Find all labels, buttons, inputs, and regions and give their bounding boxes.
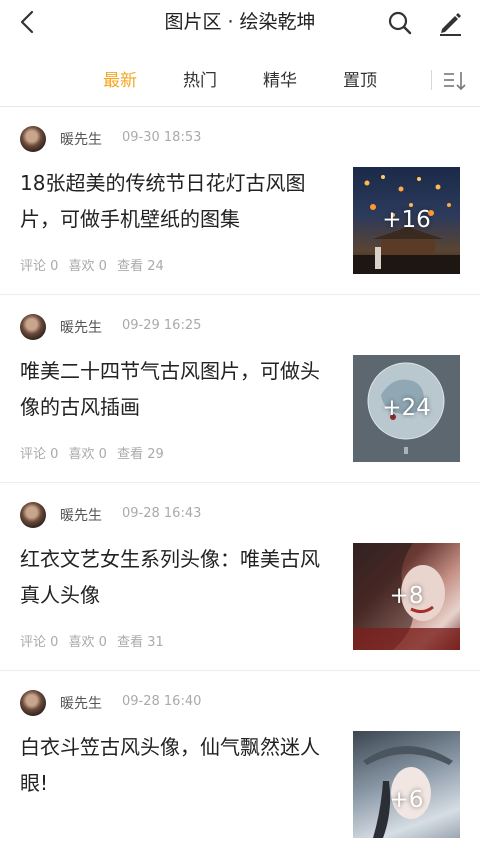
comment-count: 评论 0 — [20, 447, 59, 462]
tab-bar: 最新 热门 精华 置顶 — [0, 58, 480, 104]
post-item[interactable]: 暖先生 09-28 16:43 红衣文艺女生系列头像：唯美古风真人头像 评论 0… — [0, 483, 480, 671]
back-button[interactable] — [14, 8, 44, 36]
author-name[interactable]: 暖先生 — [60, 505, 102, 525]
post-title[interactable]: 红衣文艺女生系列头像：唯美古风真人头像 — [20, 541, 335, 613]
post-thumbnail[interactable]: +16 — [353, 167, 460, 274]
author-name[interactable]: 暖先生 — [60, 129, 102, 149]
post-item[interactable]: 暖先生 09-30 18:53 18张超美的传统节日花灯古风图片，可做手机壁纸的… — [0, 107, 480, 295]
search-button[interactable] — [386, 9, 414, 37]
post-time: 09-28 16:40 — [122, 694, 202, 709]
image-count: +6 — [389, 787, 424, 813]
post-time: 09-29 16:25 — [122, 318, 202, 333]
post-stats: 评论 0 喜欢 0 查看 31 — [20, 631, 170, 650]
top-bar: 图片区 · 绘染乾坤 — [0, 0, 480, 44]
sort-descending-icon — [444, 72, 466, 91]
view-count: 查看 24 — [117, 259, 164, 274]
avatar[interactable] — [20, 314, 46, 340]
tab-hot[interactable]: 热门 — [170, 58, 230, 104]
edit-button[interactable] — [436, 9, 464, 37]
image-count: +16 — [382, 207, 431, 233]
post-title[interactable]: 白衣斗笠古风头像，仙气飘然迷人眼! — [20, 729, 335, 801]
like-count: 喜欢 0 — [68, 635, 107, 650]
post-item[interactable]: 暖先生 09-28 16:40 白衣斗笠古风头像，仙气飘然迷人眼! +6 — [0, 671, 480, 859]
pencil-icon — [440, 13, 461, 36]
author-name[interactable]: 暖先生 — [60, 317, 102, 337]
chevron-left-icon — [20, 10, 34, 34]
view-count: 查看 29 — [117, 447, 164, 462]
tab-latest[interactable]: 最新 — [90, 58, 150, 104]
image-count: +24 — [382, 395, 431, 421]
post-title[interactable]: 18张超美的传统节日花灯古风图片，可做手机壁纸的图集 — [20, 165, 335, 237]
search-icon — [388, 11, 412, 35]
post-thumbnail[interactable]: +8 — [353, 543, 460, 650]
post-time: 09-30 18:53 — [122, 130, 202, 145]
avatar[interactable] — [20, 502, 46, 528]
post-thumbnail[interactable]: +6 — [353, 731, 460, 838]
post-stats: 评论 0 喜欢 0 查看 29 — [20, 443, 170, 462]
image-count: +8 — [389, 583, 424, 609]
tab-divider — [431, 70, 432, 90]
sort-button[interactable] — [440, 68, 470, 94]
post-thumbnail[interactable]: +24 — [353, 355, 460, 462]
post-title[interactable]: 唯美二十四节气古风图片，可做头像的古风插画 — [20, 353, 335, 425]
avatar[interactable] — [20, 690, 46, 716]
comment-count: 评论 0 — [20, 635, 59, 650]
avatar[interactable] — [20, 126, 46, 152]
post-time: 09-28 16:43 — [122, 506, 202, 521]
tab-featured[interactable]: 精华 — [250, 58, 310, 104]
comment-count: 评论 0 — [20, 259, 59, 274]
post-item[interactable]: 暖先生 09-29 16:25 唯美二十四节气古风图片，可做头像的古风插画 评论… — [0, 295, 480, 483]
like-count: 喜欢 0 — [68, 447, 107, 462]
view-count: 查看 31 — [117, 635, 164, 650]
post-stats: 评论 0 喜欢 0 查看 24 — [20, 255, 170, 274]
author-name[interactable]: 暖先生 — [60, 693, 102, 713]
tab-pinned[interactable]: 置顶 — [330, 58, 390, 104]
like-count: 喜欢 0 — [68, 259, 107, 274]
